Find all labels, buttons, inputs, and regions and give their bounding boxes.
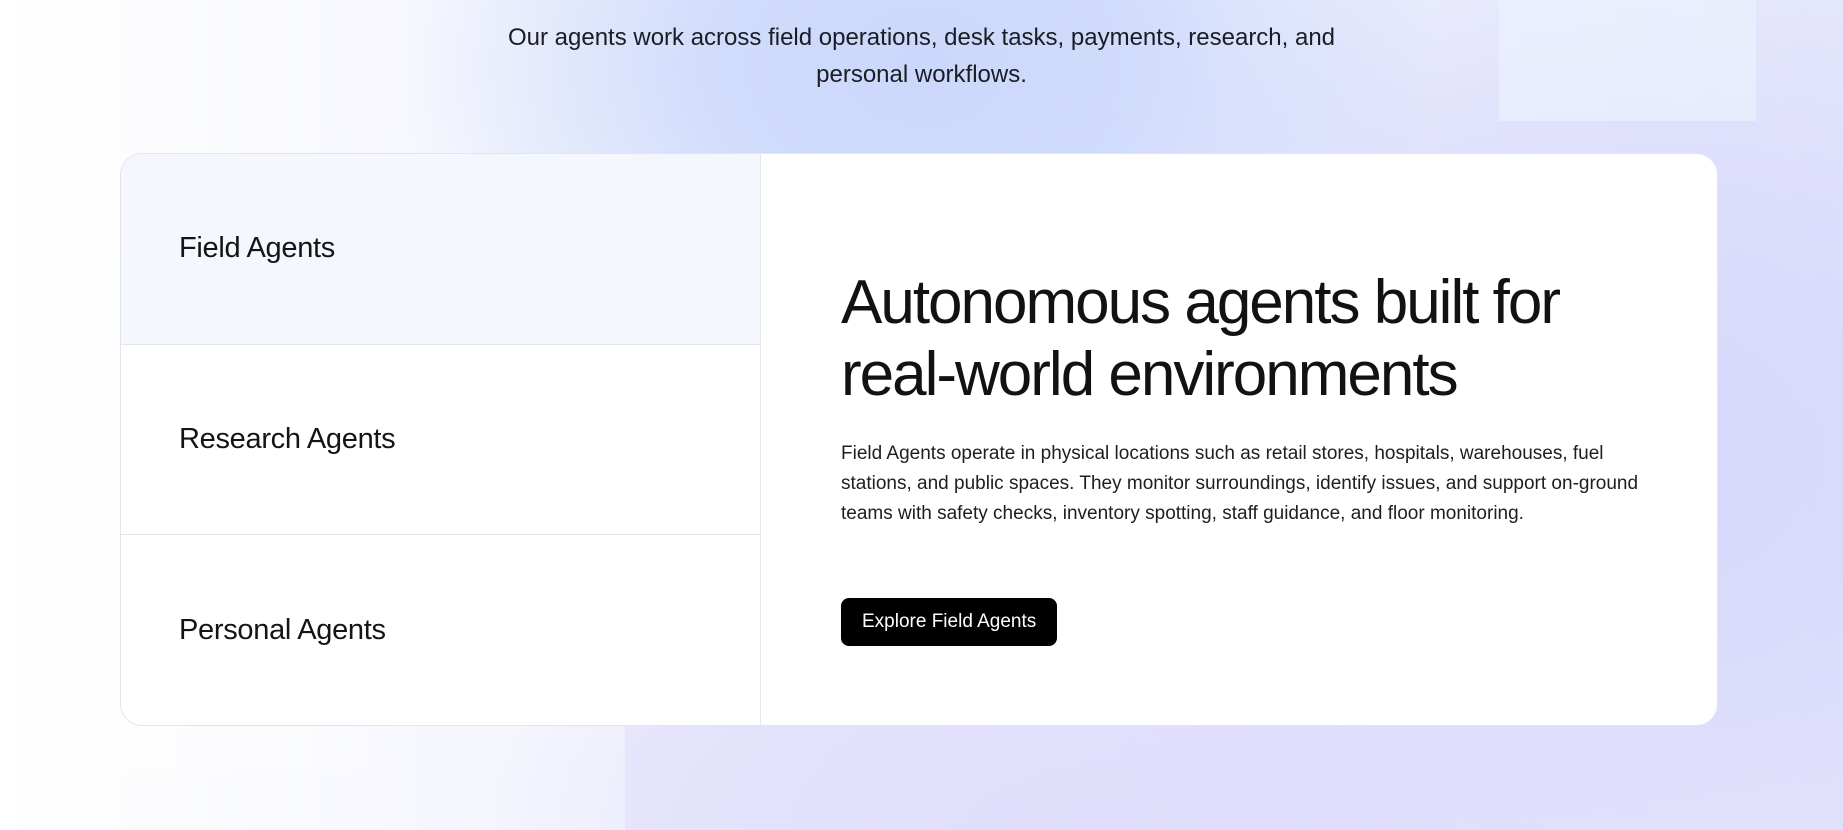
agent-detail-panel: Autonomous agents built for real-world e… xyxy=(761,154,1717,725)
background-decoration xyxy=(625,726,1843,830)
headline-line-2: real-world environments xyxy=(841,340,1459,409)
headline-line-1: Autonomous agents built for xyxy=(841,268,1561,337)
tab-label: Research Agents xyxy=(179,423,396,455)
tab-label: Field Agents xyxy=(179,232,335,265)
agents-card: Field Agents Research Agents Personal Ag… xyxy=(120,153,1718,726)
explore-field-agents-button[interactable]: Explore Field Agents xyxy=(841,598,1058,646)
tab-personal-agents[interactable]: Personal Agents xyxy=(121,535,760,725)
tab-research-agents[interactable]: Research Agents xyxy=(121,344,760,536)
intro-line-1: Our agents work across field operations,… xyxy=(507,24,1336,51)
tab-label: Personal Agents xyxy=(179,613,386,646)
panel-headline: Autonomous agents built for real-world e… xyxy=(841,267,1661,411)
intro-text: Our agents work across field operations,… xyxy=(0,19,1843,93)
panel-description: Field Agents operate in physical locatio… xyxy=(841,443,1639,524)
agent-tabs: Field Agents Research Agents Personal Ag… xyxy=(121,154,761,725)
intro-line-2: personal workflows. xyxy=(816,61,1027,88)
tab-field-agents[interactable]: Field Agents xyxy=(121,154,760,345)
